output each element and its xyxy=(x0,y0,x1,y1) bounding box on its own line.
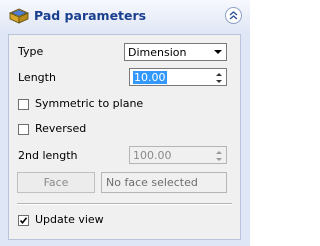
type-combobox-value: Dimension xyxy=(128,46,187,59)
face-field[interactable]: No face selected xyxy=(101,172,227,193)
checkmark-icon xyxy=(19,217,28,225)
reversed-label: Reversed xyxy=(35,122,87,135)
symmetric-label: Symmetric to plane xyxy=(35,97,144,110)
symmetric-checkbox[interactable] xyxy=(18,99,29,110)
divider xyxy=(17,203,232,205)
length2-spinbox[interactable]: 100.00 xyxy=(129,146,227,164)
spin-arrows-icon[interactable] xyxy=(213,70,225,86)
length-label: Length xyxy=(18,71,56,84)
task-panel: Pad parameters Type Dimension Length 10.… xyxy=(0,0,250,246)
chevron-up-icon xyxy=(229,11,238,20)
length-spinbox[interactable]: 10.00 xyxy=(129,68,227,86)
update-view-label: Update view xyxy=(35,213,104,226)
spin-arrows-icon[interactable] xyxy=(213,148,225,164)
length2-value: 100.00 xyxy=(133,149,172,162)
collapse-button[interactable] xyxy=(225,7,242,24)
update-view-checkbox[interactable] xyxy=(18,215,29,226)
reversed-checkbox[interactable] xyxy=(18,124,29,135)
panel-header[interactable]: Pad parameters xyxy=(0,0,250,34)
face-field-value: No face selected xyxy=(106,176,198,189)
length-value: 10.00 xyxy=(133,71,167,84)
length2-label: 2nd length xyxy=(18,149,78,162)
face-button[interactable]: Face xyxy=(17,172,95,193)
type-combobox[interactable]: Dimension xyxy=(124,43,227,61)
panel-title: Pad parameters xyxy=(34,8,147,23)
chevron-down-icon xyxy=(214,50,222,54)
panel-body: Type Dimension Length 10.00 Symmetric to… xyxy=(8,34,241,240)
pad-icon xyxy=(9,8,29,24)
type-label: Type xyxy=(18,45,44,58)
